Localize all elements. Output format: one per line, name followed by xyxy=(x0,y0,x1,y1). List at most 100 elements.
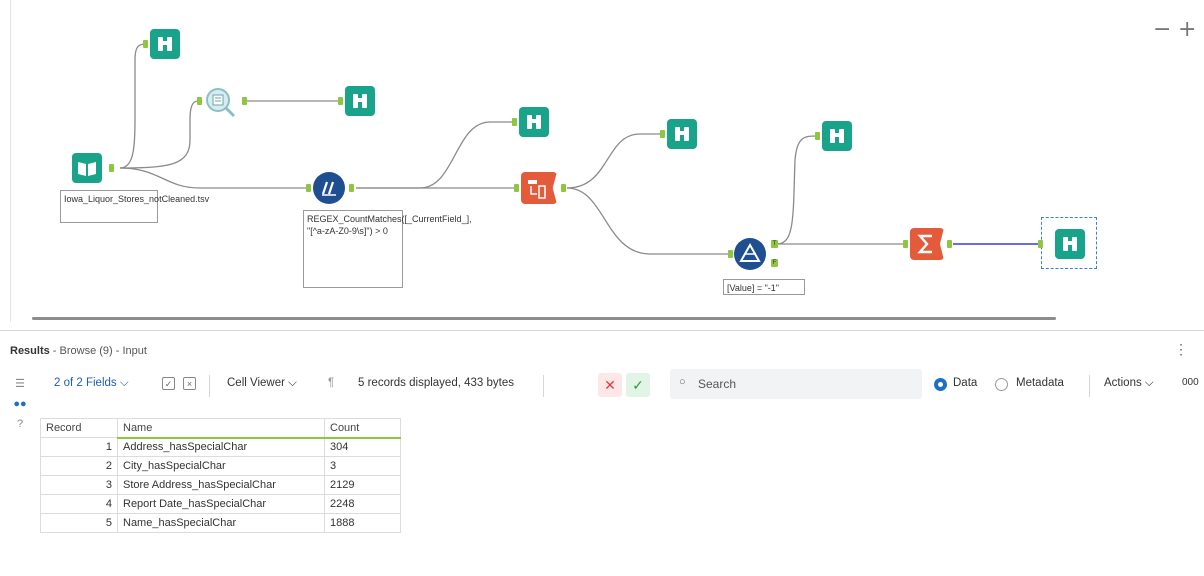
formula-input-anchor[interactable] xyxy=(306,184,311,192)
transpose-icon xyxy=(528,180,546,199)
count-cell[interactable]: 3 xyxy=(324,456,401,476)
more-toolbar-text[interactable]: 000 xyxy=(1182,377,1199,388)
book-icon xyxy=(78,162,96,176)
filter-false-anchor[interactable]: F xyxy=(771,259,778,267)
actions-dropdown[interactable]: Actions ⌵ xyxy=(1104,377,1154,390)
search-icon: ○ xyxy=(679,376,686,388)
edit-check-icon[interactable]: ✓ xyxy=(162,377,175,390)
filter-triangle-icon xyxy=(739,242,761,262)
workflow-canvas[interactable]: − + Iowa_Liquor_Stores_notCleaned.tsv RE… xyxy=(0,0,1204,322)
binoculars-icon xyxy=(830,129,844,143)
count-cell[interactable]: 2248 xyxy=(324,494,401,514)
browse2-input-anchor[interactable] xyxy=(338,97,343,105)
browse-tool-3[interactable] xyxy=(519,107,549,137)
data-radio-label[interactable]: Data xyxy=(953,377,977,389)
column-header-count[interactable]: Count xyxy=(324,418,401,439)
browse-tool-9[interactable] xyxy=(1055,229,1085,259)
browse-tool-1[interactable] xyxy=(150,29,180,59)
summarize-input-anchor[interactable] xyxy=(903,240,908,248)
filter-input-anchor[interactable] xyxy=(728,250,733,258)
input-tool-annotation: Iowa_Liquor_Stores_notCleaned.tsv xyxy=(60,190,209,223)
filter-tool-annotation: [Value] = "-1" xyxy=(723,279,805,295)
formula-icon xyxy=(321,181,336,196)
fields-label: 2 of 2 Fields xyxy=(54,377,117,389)
column-header-record[interactable]: Record xyxy=(40,418,118,438)
chevron-down-icon: ⌵ xyxy=(288,377,297,389)
transpose-input-anchor[interactable] xyxy=(514,184,519,192)
record-cell: 2 xyxy=(40,456,118,476)
binoculars-icon[interactable]: ●● xyxy=(12,397,28,411)
canvas-horizontal-scrollbar[interactable] xyxy=(32,317,1056,320)
formula-output-anchor[interactable] xyxy=(349,184,354,192)
name-cell[interactable]: Address_hasSpecialChar xyxy=(117,437,325,457)
connection-input-browse1 xyxy=(119,43,149,169)
browse3-input-anchor[interactable] xyxy=(512,118,517,126)
table-row[interactable]: 2 City_hasSpecialChar 3 xyxy=(40,456,401,476)
browse9-input-anchor[interactable] xyxy=(1038,240,1043,248)
binoculars-icon xyxy=(527,115,541,129)
name-cell[interactable]: Name_hasSpecialChar xyxy=(117,513,325,533)
record-cell: 5 xyxy=(40,513,118,533)
profile-input-anchor[interactable] xyxy=(197,97,202,105)
browse5-input-anchor[interactable] xyxy=(815,132,820,140)
profile-output-anchor[interactable] xyxy=(242,97,247,105)
column-header-name[interactable]: Name xyxy=(117,418,325,439)
results-toolbar: 2 of 2 Fields ⌵ ✓ × Cell Viewer ⌵ ¶ 5 re… xyxy=(40,369,1204,403)
pilcrow-icon[interactable]: ¶ xyxy=(328,377,334,389)
results-title-rest: - Browse (9) - Input xyxy=(49,345,147,357)
browse-tool-5[interactable] xyxy=(822,121,852,151)
results-sidebar: ☰ ●● ? xyxy=(10,377,32,437)
help-icon[interactable]: ? xyxy=(12,417,28,431)
cell-viewer-dropdown[interactable]: Cell Viewer ⌵ xyxy=(227,377,297,390)
filter-tool[interactable] xyxy=(734,238,766,270)
list-icon[interactable]: ☰ xyxy=(12,377,28,391)
data-radio[interactable] xyxy=(934,378,947,391)
input-output-anchor[interactable] xyxy=(109,164,114,172)
table-row[interactable]: 3 Store Address_hasSpecialChar 2129 xyxy=(40,475,401,495)
search-input[interactable] xyxy=(696,376,910,392)
transpose-tool[interactable] xyxy=(521,172,557,204)
binoculars-icon xyxy=(158,37,172,51)
metadata-radio-label[interactable]: Metadata xyxy=(1016,377,1064,389)
results-more-menu-icon[interactable]: ⋮ xyxy=(1174,341,1188,358)
input-data-tool[interactable] xyxy=(72,153,102,183)
clear-box-icon[interactable]: × xyxy=(183,377,196,390)
magnifier-report-icon xyxy=(206,88,236,118)
table-row[interactable]: 1 Address_hasSpecialChar 304 xyxy=(40,437,401,457)
summarize-tool[interactable] xyxy=(910,228,944,260)
toolbar-divider xyxy=(1089,375,1090,397)
count-cell[interactable]: 2129 xyxy=(324,475,401,495)
toolbar-divider xyxy=(543,375,544,397)
results-title: Results - Browse (9) - Input xyxy=(10,345,147,357)
metadata-radio[interactable] xyxy=(995,378,1008,391)
name-cell[interactable]: City_hasSpecialChar xyxy=(117,456,325,476)
browse4-input-anchor[interactable] xyxy=(660,130,665,138)
table-row[interactable]: 4 Report Date_hasSpecialChar 2248 xyxy=(40,494,401,514)
count-cell[interactable]: 304 xyxy=(324,437,401,457)
binoculars-icon xyxy=(675,127,689,141)
transpose-output-anchor[interactable] xyxy=(561,184,566,192)
summarize-output-anchor[interactable] xyxy=(947,240,952,248)
count-cell[interactable]: 1888 xyxy=(324,513,401,533)
table-row[interactable]: 5 Name_hasSpecialChar 1888 xyxy=(40,513,401,533)
cell-viewer-label: Cell Viewer xyxy=(227,377,285,389)
name-cell[interactable]: Report Date_hasSpecialChar xyxy=(117,494,325,514)
connection-input-formula xyxy=(119,167,306,189)
cancel-x-button[interactable]: ✕ xyxy=(598,373,622,397)
sigma-icon xyxy=(917,234,932,254)
fields-selector[interactable]: 2 of 2 Fields ⌵ xyxy=(54,377,129,390)
data-profile-tool[interactable] xyxy=(204,86,236,118)
browse1-input-anchor[interactable] xyxy=(143,40,148,48)
browse-tool-4[interactable] xyxy=(667,119,697,149)
record-cell: 1 xyxy=(40,437,118,457)
name-cell[interactable]: Store Address_hasSpecialChar xyxy=(117,475,325,495)
browse-tool-2[interactable] xyxy=(345,86,375,116)
connection-transpose-filter xyxy=(566,187,730,255)
connections-layer xyxy=(119,43,1038,255)
toolbar-divider xyxy=(209,375,210,397)
search-box[interactable]: ○ xyxy=(670,369,922,399)
confirm-check-button[interactable]: ✓ xyxy=(626,373,650,397)
actions-label: Actions xyxy=(1104,377,1142,389)
multi-field-formula-tool[interactable] xyxy=(313,172,345,204)
filter-true-anchor[interactable]: T xyxy=(771,240,778,248)
